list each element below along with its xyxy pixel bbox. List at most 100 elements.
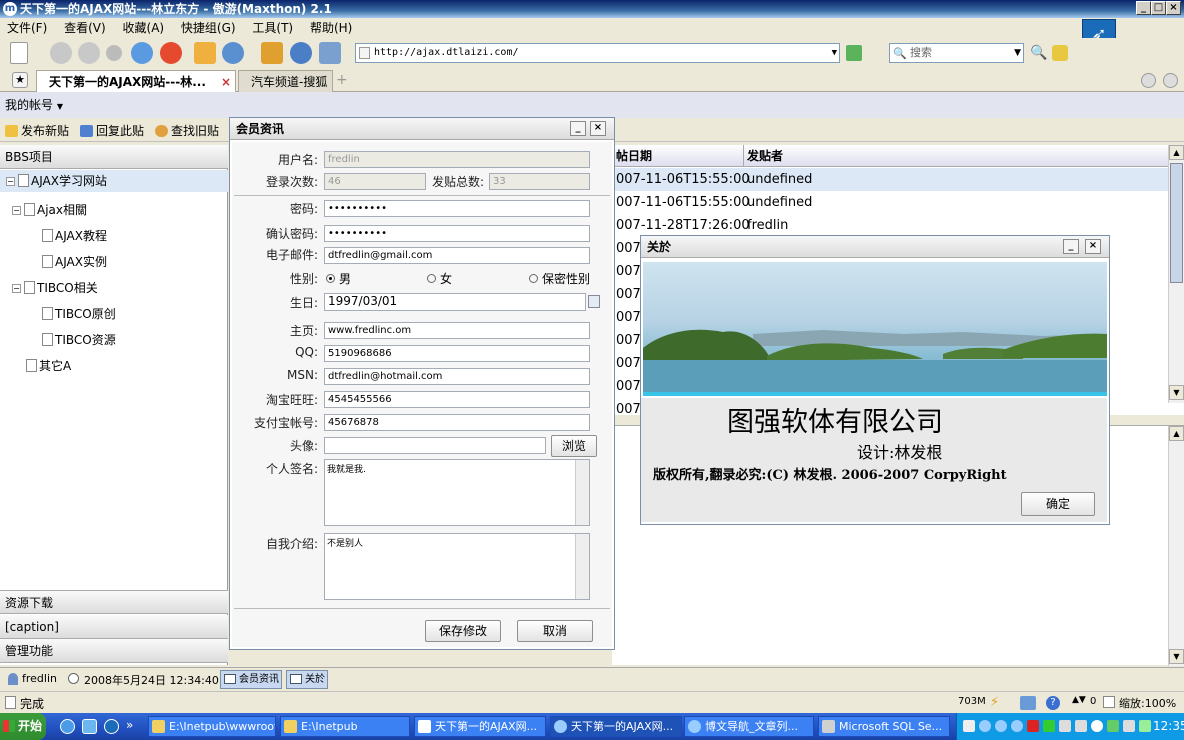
cancel-button[interactable]: 取消	[517, 620, 593, 642]
gender-female-radio[interactable]: 女	[427, 270, 452, 287]
detail-scrollbar[interactable]: ▲ ▼	[1168, 426, 1184, 666]
signature-textarea[interactable]: 我就是我.	[324, 459, 590, 526]
birthday-field[interactable]: 1997/03/01	[324, 293, 586, 311]
minimize-window-button[interactable]: _	[1136, 1, 1151, 15]
task-blog-navigation[interactable]: 博文导航_文章列...	[684, 716, 814, 737]
admin-panel-header[interactable]: 管理功能	[0, 639, 228, 663]
tree-item-ajax-related[interactable]: − Ajax相關	[12, 201, 87, 218]
menu-favorites[interactable]: 收藏(A)	[123, 21, 165, 35]
member-dialog-titlebar[interactable]: 会员资讯 _ ×	[230, 118, 614, 140]
account-menu[interactable]: 我的帐号	[5, 98, 53, 112]
search-go-icon[interactable]: 🔍	[1030, 45, 1047, 61]
downloads-panel-header[interactable]: 资源下载	[0, 590, 228, 614]
undo-icon[interactable]	[222, 42, 244, 64]
go-icon[interactable]	[846, 45, 862, 61]
start-button[interactable]: 开始	[0, 713, 46, 740]
task-inetpub[interactable]: E:\Inetpub	[280, 716, 410, 737]
textarea-scrollbar[interactable]	[575, 460, 589, 525]
menu-tools[interactable]: 工具(T)	[252, 21, 293, 35]
taskstrip-about[interactable]: 关於	[286, 670, 328, 689]
tray-app-icon[interactable]	[1075, 720, 1087, 732]
textarea-scrollbar[interactable]	[575, 534, 589, 599]
tray-app-icon[interactable]	[1059, 720, 1071, 732]
address-dropdown-icon[interactable]: ▼	[832, 44, 837, 62]
table-row[interactable]: 007-11-06T15:55:00 undefined	[612, 191, 1168, 214]
address-bar[interactable]: http://ajax.dtlaizi.com/ ▼	[355, 43, 840, 63]
tray-app-icon[interactable]	[1107, 720, 1119, 732]
search-dropdown-icon[interactable]: ▼	[1014, 44, 1021, 62]
lightning-icon[interactable]: ⚡	[990, 695, 999, 710]
account-dropdown-icon[interactable]: ▼	[57, 102, 63, 111]
scroll-up-icon[interactable]: ▲	[1169, 145, 1184, 160]
taskstrip-member-info[interactable]: 会员资讯	[220, 670, 282, 689]
collapse-icon[interactable]: −	[6, 177, 15, 186]
column-post-date[interactable]: 帖日期	[616, 145, 744, 167]
tray-app-icon[interactable]	[979, 720, 991, 732]
tree-item-tibco-related[interactable]: − TIBCO相关	[12, 279, 98, 296]
close-window-button[interactable]: ×	[1166, 1, 1181, 15]
task-wwwroot[interactable]: E:\Inetpub\wwwroot	[148, 716, 276, 737]
scroll-down-icon[interactable]: ▼	[1169, 649, 1184, 664]
clock-icon[interactable]	[290, 42, 312, 64]
tree-item-other[interactable]: 其它A	[26, 357, 71, 374]
refresh-icon[interactable]	[131, 42, 153, 64]
table-row[interactable]: 007-11-06T15:55:00 undefined	[612, 168, 1168, 191]
home-icon[interactable]	[194, 42, 216, 64]
find-post-button[interactable]: 查找旧贴	[155, 122, 219, 139]
task-ajax-site-1[interactable]: 天下第一的AJAX网...	[414, 716, 546, 737]
popup-blocker-icon[interactable]: ▲▼	[1072, 695, 1086, 705]
new-post-button[interactable]: 发布新贴	[5, 122, 69, 139]
tab-auto-channel[interactable]: 汽车频道-搜狐	[238, 70, 333, 92]
homepage-field[interactable]: www.fredlinc.om	[324, 322, 590, 339]
tree-item-ajax-tutorial[interactable]: AJAX教程	[42, 227, 107, 244]
forward-icon[interactable]	[78, 42, 100, 64]
grid-scrollbar[interactable]: ▲ ▼	[1168, 145, 1184, 403]
new-tab-plus-icon[interactable]: +	[336, 72, 348, 88]
close-icon[interactable]: ×	[590, 121, 606, 136]
minimize-icon[interactable]: _	[1063, 239, 1079, 254]
bbs-panel-header[interactable]: BBS项目	[0, 145, 228, 169]
menu-file[interactable]: 文件(F)	[7, 21, 47, 35]
about-dialog-titlebar[interactable]: 关於 _ ×	[641, 236, 1109, 258]
password-field[interactable]: ••••••••••	[324, 200, 590, 217]
new-tab-icon[interactable]	[10, 42, 28, 64]
intro-textarea[interactable]: 不是别人	[324, 533, 590, 600]
window-icon[interactable]	[319, 42, 341, 64]
ok-button[interactable]: 确定	[1021, 492, 1095, 516]
tray-app-icon[interactable]	[963, 720, 975, 732]
stop-icon[interactable]	[160, 42, 182, 64]
search-input[interactable]: 🔍 搜索 ▼	[889, 43, 1024, 63]
alipay-field[interactable]: 45676878	[324, 414, 590, 431]
scroll-thumb[interactable]	[1170, 163, 1183, 283]
bluetooth-icon[interactable]	[1091, 720, 1103, 732]
qq-field[interactable]: 5190968686	[324, 345, 590, 362]
tab-close-icon[interactable]: ×	[221, 71, 231, 93]
tab-tool-icon[interactable]	[1141, 73, 1156, 88]
minimize-icon[interactable]: _	[570, 121, 586, 136]
gender-secret-radio[interactable]: 保密性别	[529, 270, 590, 287]
avatar-file-field[interactable]	[324, 437, 546, 454]
confirm-password-field[interactable]: ••••••••••	[324, 225, 590, 242]
caption-panel-header[interactable]: [caption]	[0, 615, 228, 639]
favorites-star-icon[interactable]: ★	[12, 72, 28, 88]
tray-app-icon[interactable]	[995, 720, 1007, 732]
email-field[interactable]: dtfredlin@gmail.com	[324, 247, 590, 264]
tab-ajax-site[interactable]: 天下第一的AJAX网站---林... ×	[36, 70, 236, 92]
menu-view[interactable]: 查看(V)	[64, 21, 106, 35]
save-changes-button[interactable]: 保存修改	[425, 620, 501, 642]
column-author[interactable]: 发贴者	[747, 145, 783, 167]
wireless-icon[interactable]	[1139, 720, 1151, 732]
taobao-field[interactable]: 4545455566	[324, 391, 590, 408]
volume-icon[interactable]	[1123, 720, 1135, 732]
tray-app-icon[interactable]	[1043, 720, 1055, 732]
tab-menu-icon[interactable]	[1163, 73, 1178, 88]
menu-help[interactable]: 帮助(H)	[310, 21, 352, 35]
tray-app-icon[interactable]	[1011, 720, 1023, 732]
zoom-level[interactable]: 缩放:100%	[1119, 695, 1176, 711]
table-row[interactable]: 007-11-28T17:26:00 fredlin	[612, 214, 1168, 237]
tools-icon[interactable]	[261, 42, 283, 64]
tree-item-tibco-resources[interactable]: TIBCO资源	[42, 331, 116, 348]
task-sql-server[interactable]: Microsoft SQL Se...	[818, 716, 950, 737]
maximize-window-button[interactable]: □	[1151, 1, 1166, 15]
input-method-icon[interactable]	[1027, 720, 1039, 732]
